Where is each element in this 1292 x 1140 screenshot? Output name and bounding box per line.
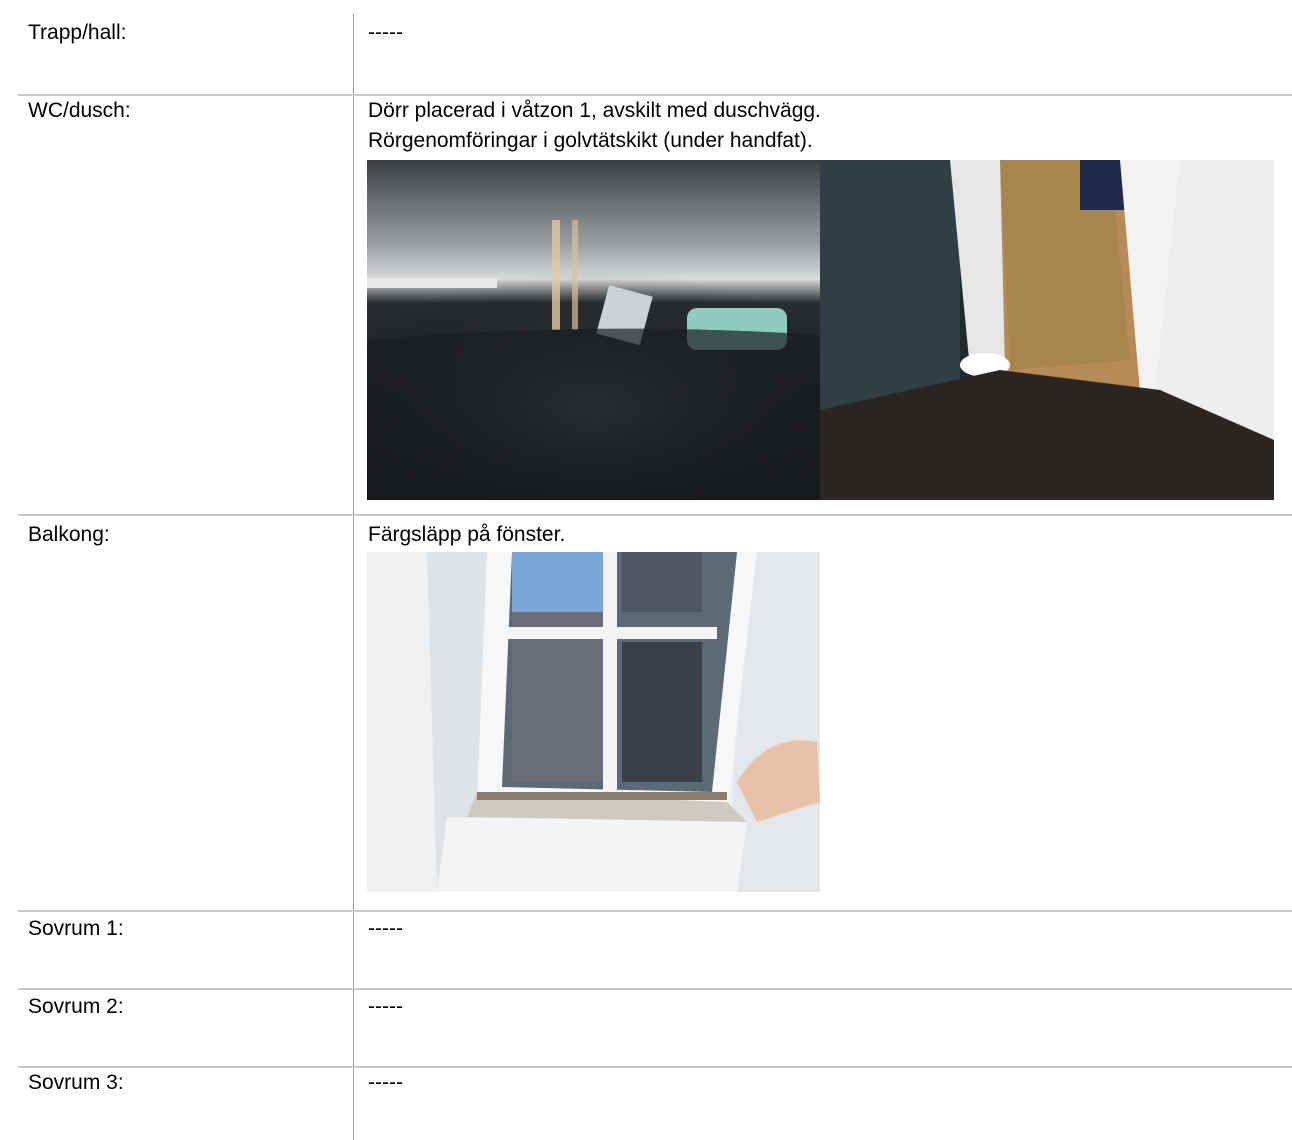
row-trapp-hall: Trapp/hall: -----: [18, 18, 1292, 94]
row-sovrum-3: Sovrum 3: -----: [18, 1068, 1292, 1140]
row-label: Sovrum 3:: [28, 1071, 124, 1094]
inspection-table: Trapp/hall: ----- WC/dusch: Dörr placera…: [0, 0, 1292, 1140]
row-label: Sovrum 2:: [28, 995, 124, 1018]
bathroom-door-threshold-photo: [820, 160, 1274, 500]
row-text: -----: [368, 1071, 403, 1094]
row-sovrum-1: Sovrum 1: -----: [18, 912, 1292, 988]
under-sink-floor-photo: [367, 160, 820, 500]
row-label: Balkong:: [28, 523, 110, 546]
row-text-line-1: Dörr placerad i våtzon 1, avskilt med du…: [368, 99, 821, 122]
row-label: Trapp/hall:: [28, 21, 127, 44]
row-text: -----: [368, 917, 403, 940]
window-paint-peeling-photo: [367, 552, 820, 892]
row-text: -----: [368, 995, 403, 1018]
row-text-line-2: Rörgenomföringar i golvtätskikt (under h…: [368, 129, 813, 152]
row-text: Färgsläpp på fönster.: [368, 523, 566, 546]
row-sovrum-2: Sovrum 2: -----: [18, 990, 1292, 1066]
row-text: -----: [368, 21, 403, 44]
row-label: Sovrum 1:: [28, 917, 124, 940]
row-label: WC/dusch:: [28, 99, 131, 122]
